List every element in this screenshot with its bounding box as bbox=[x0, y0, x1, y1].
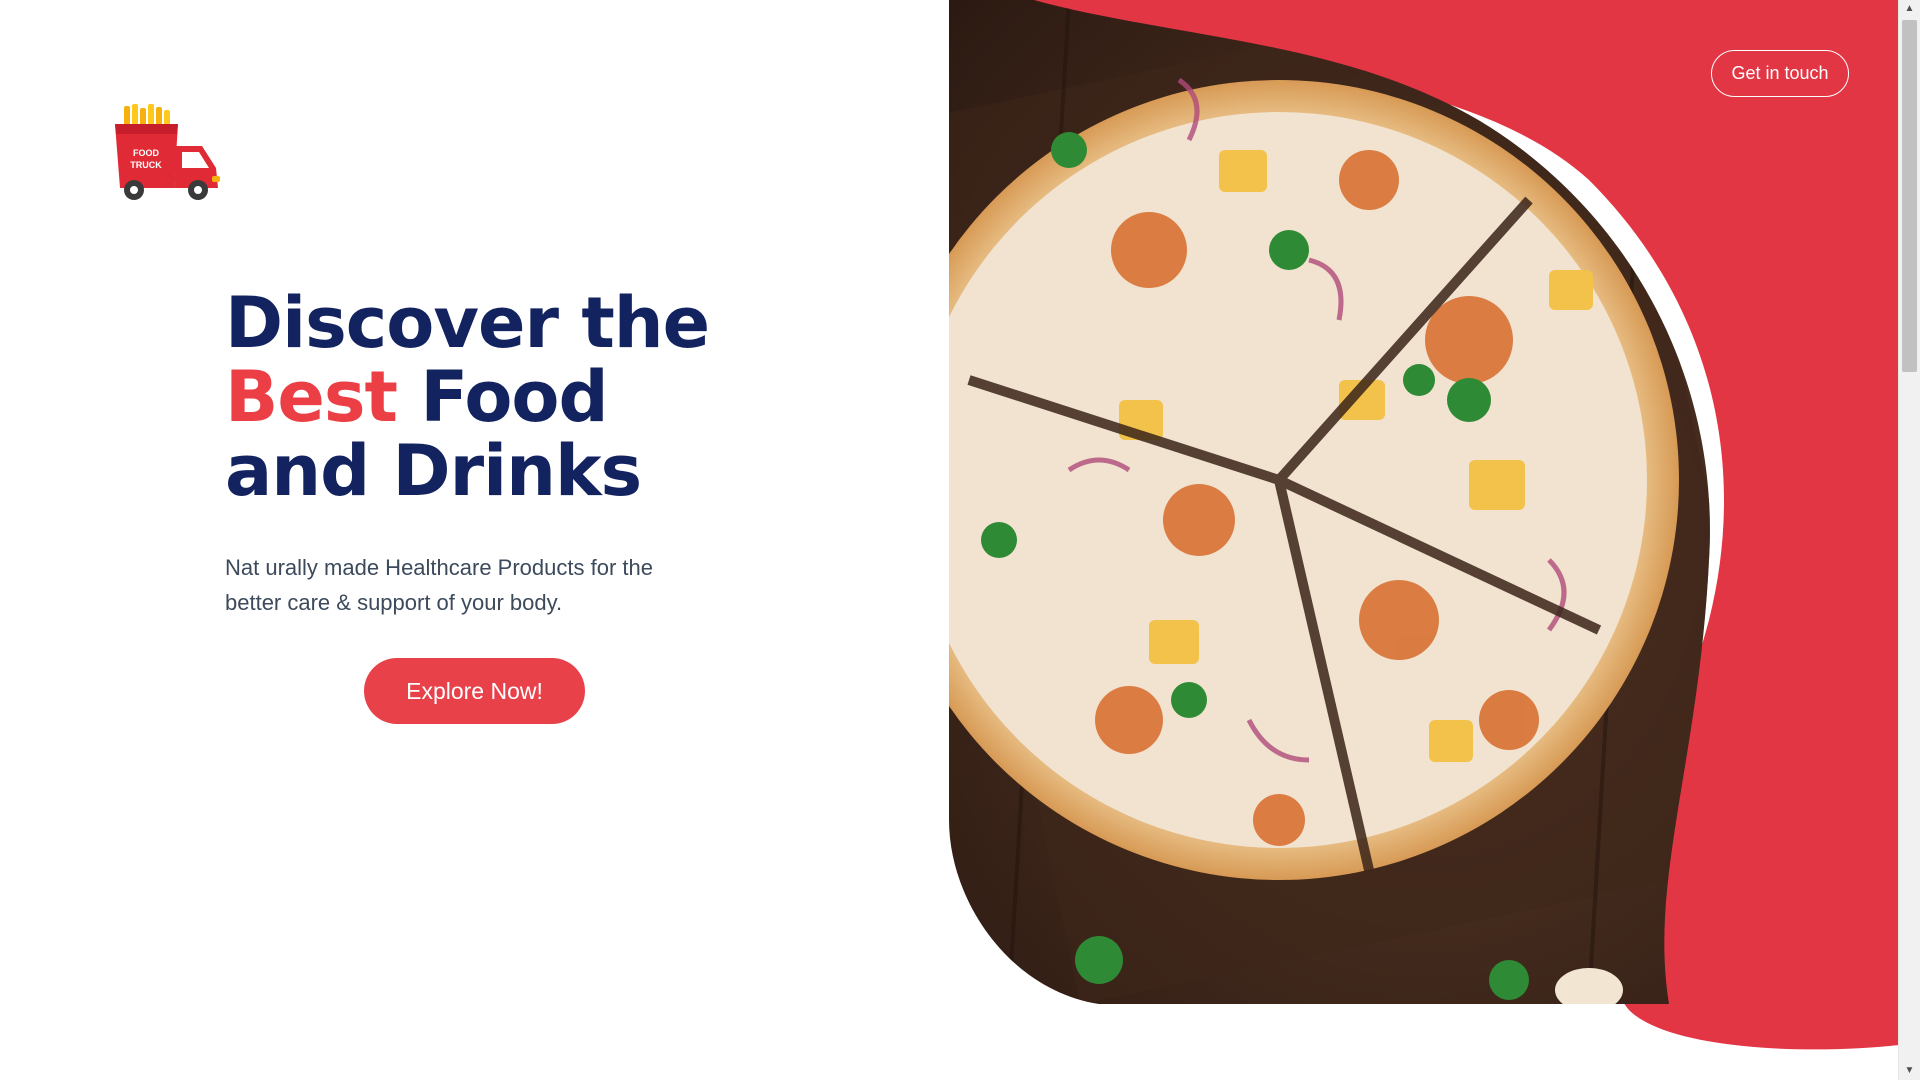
hero-image-panel bbox=[949, 0, 1899, 1050]
logo-text-truck: TRUCK bbox=[130, 160, 162, 170]
vertical-scrollbar[interactable]: ▲ ▼ bbox=[1898, 0, 1920, 1080]
hero-headline: Discover the Best Food and Drinks bbox=[225, 286, 710, 508]
scrollbar-thumb[interactable] bbox=[1902, 20, 1917, 372]
hero-subtitle: Nat urally made Healthcare Products for … bbox=[225, 555, 653, 615]
scroll-down-arrow-icon[interactable]: ▼ bbox=[1899, 1062, 1920, 1080]
headline-line-2: Food bbox=[396, 356, 608, 438]
food-truck-logo[interactable]: FOOD TRUCK bbox=[112, 104, 224, 200]
headline-line-3: and Drinks bbox=[225, 430, 642, 512]
logo-text-food: FOOD bbox=[133, 148, 159, 158]
get-in-touch-button[interactable]: Get in touch bbox=[1711, 50, 1849, 97]
landing-page: FOOD TRUCK Discover the Best Food and Dr… bbox=[0, 0, 1920, 1080]
headline-accent-word: Best bbox=[225, 356, 398, 438]
headline-line-1: Discover the bbox=[225, 282, 710, 364]
explore-now-button[interactable]: Explore Now! bbox=[364, 658, 585, 724]
scroll-up-arrow-icon[interactable]: ▲ bbox=[1899, 0, 1920, 18]
